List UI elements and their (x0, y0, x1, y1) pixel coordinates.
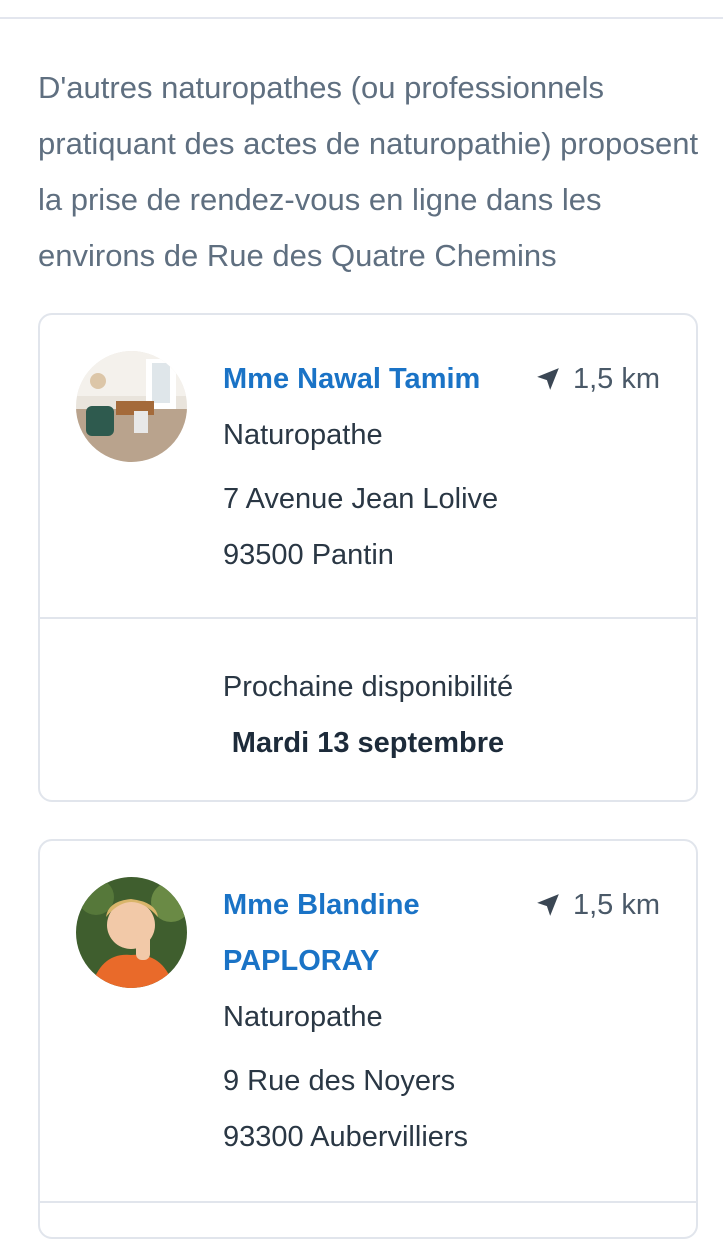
location-arrow-icon (537, 368, 559, 390)
top-divider (0, 17, 723, 19)
distance-value: 1,5 km (572, 362, 660, 395)
location-arrow-icon (537, 894, 559, 916)
address-street: 7 Avenue Jean Lolive (223, 483, 499, 515)
availability-label: Prochaine disponibilité (222, 671, 514, 703)
practitioner-card[interactable]: Mme Blandine PAPLORAY 1,5 km Naturopathe… (38, 839, 698, 1239)
specialty: Naturopathe (223, 419, 383, 451)
card-divider (40, 1201, 696, 1203)
distance: 1,5 km (535, 877, 660, 933)
address-city: 93500 Pantin (223, 539, 394, 571)
availability-date: Mardi 13 septembre (231, 727, 505, 759)
address-street: 9 Rue des Noyers (223, 1065, 456, 1097)
practitioner-info[interactable]: Mme Nawal Tamim 1,5 km Naturopathe 7 Ave… (40, 315, 696, 617)
avatar[interactable] (76, 877, 187, 988)
distance: 1,5 km (535, 351, 660, 407)
availability-section[interactable]: Prochaine disponibilité Mardi 13 septemb… (40, 619, 696, 771)
practitioner-info[interactable]: Mme Blandine PAPLORAY 1,5 km Naturopathe… (40, 841, 696, 1201)
distance-value: 1,5 km (572, 888, 660, 921)
practitioner-card[interactable]: Mme Nawal Tamim 1,5 km Naturopathe 7 Ave… (38, 313, 698, 802)
address-city: 93300 Aubervilliers (223, 1121, 469, 1153)
intro-text: D'autres naturopathes (ou professionnels… (38, 70, 699, 273)
specialty: Naturopathe (223, 1001, 383, 1033)
practitioner-name-link[interactable]: Mme Nawal Tamim (223, 351, 523, 407)
practitioner-name-link[interactable]: Mme Blandine PAPLORAY (223, 877, 523, 989)
avatar[interactable] (76, 351, 187, 462)
